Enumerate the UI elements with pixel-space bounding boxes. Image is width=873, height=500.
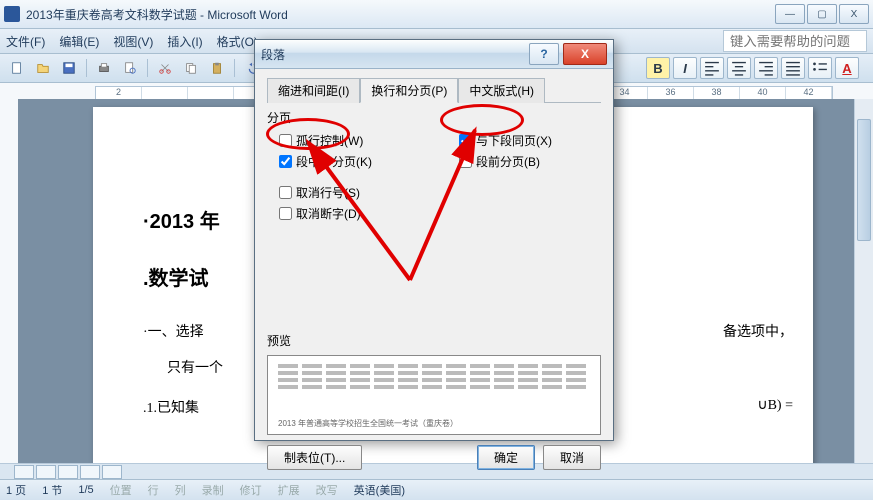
status-column: 列 (175, 482, 186, 498)
justify-icon[interactable] (781, 57, 805, 79)
tab-indent-spacing[interactable]: 缩进和间距(I) (267, 78, 360, 103)
view-print-icon[interactable] (58, 465, 78, 479)
no-hyphen-label: 取消断字(D) (296, 205, 361, 222)
view-normal-icon[interactable] (14, 465, 34, 479)
ok-button[interactable]: 确定 (477, 445, 535, 470)
dialog-close-button[interactable]: X (563, 43, 607, 65)
page-break-input[interactable] (459, 155, 472, 168)
copy-icon[interactable] (180, 57, 202, 79)
widow-control-input[interactable] (279, 134, 292, 147)
preview-icon[interactable] (119, 57, 141, 79)
align-left-icon[interactable] (700, 57, 724, 79)
tab-line-page-breaks[interactable]: 换行和分页(P) (360, 78, 458, 103)
dialog-titlebar[interactable]: 段落 ? X (255, 40, 613, 69)
window-titlebar: 2013年重庆卷高考文科数学试题 - Microsoft Word — ▢ X (0, 0, 873, 29)
paragraph-dialog: 段落 ? X 缩进和间距(I) 换行和分页(P) 中文版式(H) 分页 孤行控制… (254, 39, 614, 441)
save-icon[interactable] (58, 57, 80, 79)
paste-icon[interactable] (206, 57, 228, 79)
italic-button[interactable]: I (673, 57, 697, 79)
keep-lines-label: 段中不分页(K) (296, 153, 372, 170)
status-overwrite[interactable]: 改写 (316, 482, 338, 498)
doc-para-1b: 备选项中， (723, 321, 793, 341)
section-pagination-label: 分页 (267, 109, 601, 126)
vertical-scrollbar[interactable] (854, 99, 873, 464)
checkbox-page-break-before[interactable]: 段前分页(B) (459, 153, 629, 170)
menu-edit[interactable]: 编辑(E) (59, 33, 99, 50)
status-position: 位置 (110, 482, 132, 498)
maximize-button[interactable]: ▢ (807, 4, 837, 24)
preview-caption: 2013 年普通高等学校招生全国统一考试（重庆卷） (278, 420, 458, 428)
widow-control-label: 孤行控制(W) (296, 132, 363, 149)
checkbox-suppress-line-numbers[interactable]: 取消行号(S) (279, 184, 449, 201)
status-extend[interactable]: 扩展 (278, 482, 300, 498)
tabstops-button[interactable]: 制表位(T)... (267, 445, 362, 470)
status-line: 行 (148, 482, 159, 498)
cut-icon[interactable] (154, 57, 176, 79)
align-center-icon[interactable] (727, 57, 751, 79)
align-right-icon[interactable] (754, 57, 778, 79)
minimize-button[interactable]: — (775, 4, 805, 24)
checkbox-keep-lines-together[interactable]: 段中不分页(K) (279, 153, 449, 170)
word-app-icon (4, 6, 20, 22)
view-web-icon[interactable] (36, 465, 56, 479)
dialog-tabs: 缩进和间距(I) 换行和分页(P) 中文版式(H) (267, 77, 601, 103)
window-title: 2013年重庆卷高考文科数学试题 - Microsoft Word (26, 6, 775, 23)
status-bar: 1 页 1 节 1/5 位置 行 列 录制 修订 扩展 改写 英语(美国) (0, 479, 873, 500)
view-outline-icon[interactable] (80, 465, 100, 479)
preview-label: 预览 (267, 332, 601, 349)
status-section: 1 节 (42, 482, 62, 498)
dialog-title-text: 段落 (261, 46, 529, 63)
vertical-ruler[interactable] (0, 99, 19, 464)
keep-with-next-label: 与下段同页(X) (476, 132, 552, 149)
tab-cjk-layout[interactable]: 中文版式(H) (458, 78, 545, 103)
scrollbar-thumb[interactable] (857, 119, 871, 241)
preview-frame: 2013 年普通高等学校招生全国统一考试（重庆卷） (267, 355, 601, 435)
bold-button[interactable]: B (646, 57, 670, 79)
menu-file[interactable]: 文件(F) (6, 33, 45, 50)
menu-format[interactable]: 格式(O) (217, 33, 258, 50)
new-doc-icon[interactable] (6, 57, 28, 79)
page-break-label: 段前分页(B) (476, 153, 540, 170)
doc-para-3a: .1.已知集 (143, 401, 199, 416)
bullets-icon[interactable] (808, 57, 832, 79)
no-line-num-label: 取消行号(S) (296, 184, 360, 201)
view-reading-icon[interactable] (102, 465, 122, 479)
keep-with-next-input[interactable] (459, 134, 472, 147)
open-icon[interactable] (32, 57, 54, 79)
keep-lines-input[interactable] (279, 155, 292, 168)
cancel-button[interactable]: 取消 (543, 445, 601, 470)
dialog-help-button[interactable]: ? (529, 43, 559, 65)
no-hyphen-input[interactable] (279, 207, 292, 220)
doc-para-3b: ∪B) = (757, 397, 793, 414)
status-record[interactable]: 录制 (202, 482, 224, 498)
checkbox-no-hyphenation[interactable]: 取消断字(D) (279, 205, 449, 222)
status-language[interactable]: 英语(美国) (354, 482, 405, 498)
no-line-num-input[interactable] (279, 186, 292, 199)
close-window-button[interactable]: X (839, 4, 869, 24)
status-page-count: 1/5 (78, 484, 93, 496)
print-icon[interactable] (93, 57, 115, 79)
checkbox-widow-control[interactable]: 孤行控制(W) (279, 132, 449, 149)
menu-insert[interactable]: 插入(I) (167, 33, 202, 50)
help-search-input[interactable] (723, 30, 867, 52)
status-page: 1 页 (6, 482, 26, 498)
status-revision[interactable]: 修订 (240, 482, 262, 498)
font-color-button[interactable]: A (835, 57, 859, 79)
doc-para-1a: ·一、选择 (143, 325, 204, 340)
menu-view[interactable]: 视图(V) (113, 33, 153, 50)
checkbox-keep-with-next[interactable]: 与下段同页(X) (459, 132, 629, 149)
